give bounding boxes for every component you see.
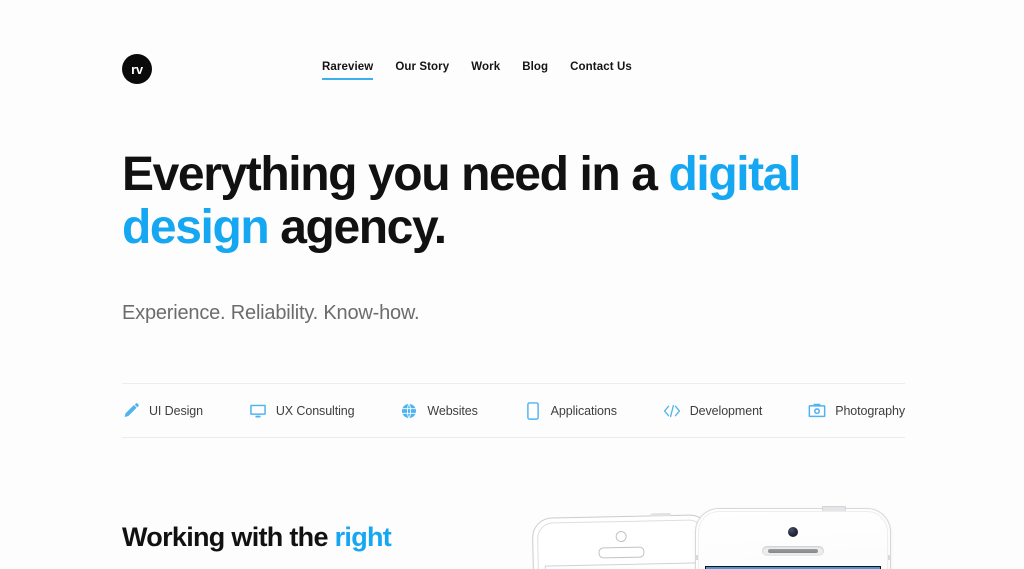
realistic-phone-antenna-right [888,555,891,560]
main-navigation: Rareview Our Story Work Blog Contact Us [322,60,632,80]
nav-item-contact-us[interactable]: Contact Us [570,60,632,80]
realistic-phone-antenna-left [695,555,698,560]
service-label: UX Consulting [275,403,355,418]
logo-text: rv [131,61,143,77]
nav-item-rareview[interactable]: Rareview [322,60,374,80]
wireframe-phone-bezel [536,519,708,569]
service-development[interactable]: Development [663,402,763,420]
nav-item-blog[interactable]: Blog [522,60,548,80]
nav-item-our-story[interactable]: Our Story [395,60,449,80]
realistic-phone-speaker [762,546,824,556]
wireframe-phone-speaker [598,546,645,559]
hero-heading: Everything you need in a digital design … [122,148,862,254]
services-strip: UI Design UX Consulting Websites Applica… [122,383,905,438]
pencil-icon [122,402,140,420]
realistic-phone-camera [788,527,798,537]
camera-icon [808,402,826,420]
nav-item-work[interactable]: Work [471,60,500,80]
monitor-icon [249,402,267,420]
section-two-heading-part1: Working with the [122,522,335,552]
hero-heading-part1: Everything you need in a [122,148,669,201]
wireframe-phone-mockup [531,512,713,569]
code-icon [663,402,681,420]
globe-icon [400,402,418,420]
realistic-phone-power-button [822,506,846,511]
service-label: Photography [835,403,905,418]
service-applications[interactable]: Applications [524,401,617,420]
service-label: Applications [550,403,617,418]
wireframe-phone-power-button [650,512,671,517]
service-label: Websites [427,403,478,418]
section-two-heading: Working with the right [122,518,522,556]
hero-heading-part2: agency. [268,201,447,254]
hero-section: Everything you need in a digital design … [122,148,912,324]
site-header: rv Rareview Our Story Work Blog Contact … [0,0,1024,118]
realistic-phone-bezel [698,511,888,569]
hero-subtitle: Experience. Reliability. Know-how. [122,302,420,324]
service-websites[interactable]: Websites [400,402,478,420]
logo-rareview[interactable]: rv [122,54,152,84]
landing-page: rv Rareview Our Story Work Blog Contact … [0,0,1024,569]
service-ui-design[interactable]: UI Design [122,402,203,420]
section-two-heading-accent: right [334,522,392,552]
phone-mockups [505,500,925,569]
service-label: UI Design [149,403,203,418]
service-photography[interactable]: Photography [808,402,905,420]
realistic-phone-mockup [695,506,891,569]
section-two: Working with the right [122,518,522,556]
mobile-icon [524,401,542,420]
service-label: Development [689,403,763,418]
service-ux-consulting[interactable]: UX Consulting [249,402,355,420]
